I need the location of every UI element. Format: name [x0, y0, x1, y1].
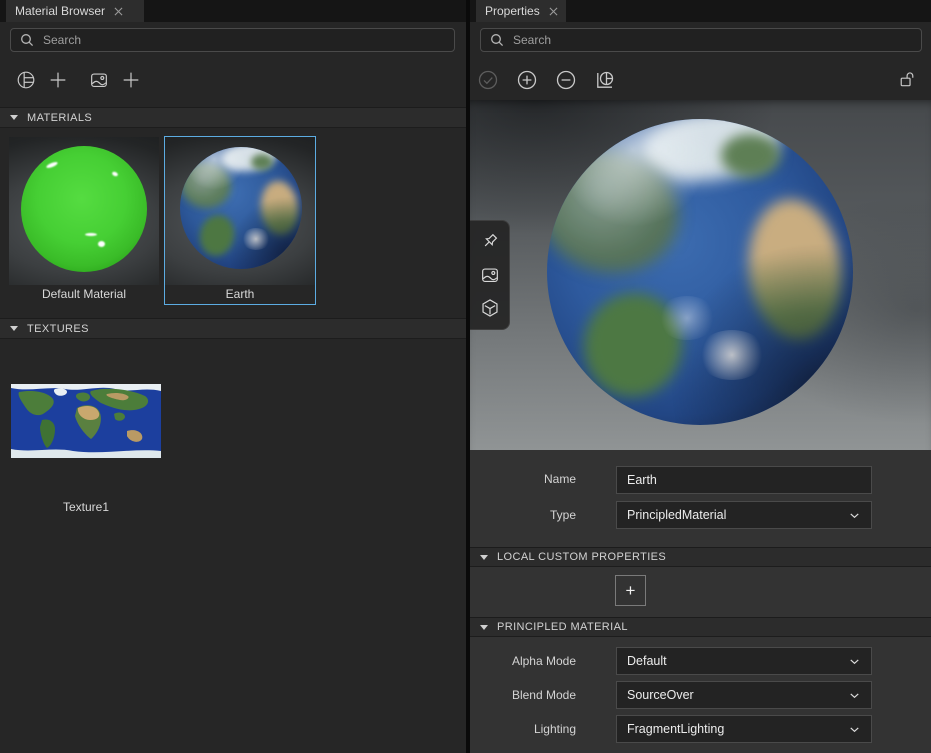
blend-mode-label: Blend Mode: [470, 688, 576, 702]
material-item-default[interactable]: Default Material: [8, 136, 160, 305]
cube-3d-icon[interactable]: [478, 296, 502, 320]
image-icon[interactable]: [478, 263, 502, 287]
collapse-triangle-icon: [480, 625, 488, 630]
chevron-down-icon: [847, 508, 862, 523]
type-field-label: Type: [470, 508, 576, 522]
local-custom-properties-title: LOCAL CUSTOM PROPERTIES: [497, 551, 666, 563]
alpha-mode-dropdown[interactable]: Default: [616, 647, 872, 675]
lighting-value: FragmentLighting: [627, 722, 724, 736]
properties-search-input[interactable]: [480, 28, 922, 52]
material-search-input[interactable]: [10, 28, 455, 52]
material-browser-tabbar: Material Browser: [0, 0, 466, 22]
chevron-down-icon: [847, 654, 862, 669]
chevron-down-icon: [847, 688, 862, 703]
materials-section-header[interactable]: MATERIALS: [0, 107, 466, 128]
texture-image-icon[interactable]: [87, 68, 111, 92]
close-icon[interactable]: [114, 7, 123, 16]
apply-check-icon[interactable]: [476, 68, 500, 92]
world-map-thumbnail: [11, 384, 161, 458]
chevron-down-icon: [847, 722, 862, 737]
alpha-mode-label: Alpha Mode: [470, 654, 576, 668]
add-custom-property-button[interactable]: +: [615, 575, 646, 606]
principled-material-header[interactable]: PRINCIPLED MATERIAL: [470, 617, 931, 637]
add-texture-icon[interactable]: [119, 68, 143, 92]
earth-preview-sphere: [547, 119, 853, 425]
properties-toolbar: [470, 60, 931, 100]
lock-icon[interactable]: [894, 68, 918, 92]
principled-material-title: PRINCIPLED MATERIAL: [497, 621, 628, 633]
collapse-triangle-icon: [10, 115, 18, 120]
add-circle-icon[interactable]: [515, 68, 539, 92]
properties-tabbar: Properties: [470, 0, 931, 22]
close-icon[interactable]: [549, 7, 558, 16]
alpha-mode-value: Default: [627, 654, 667, 668]
search-icon: [20, 33, 34, 52]
search-icon: [490, 33, 504, 52]
material-sphere-icon[interactable]: [14, 68, 38, 92]
tab-material-browser-label: Material Browser: [15, 4, 105, 18]
pin-icon[interactable]: [478, 230, 502, 254]
material-search-box: [10, 28, 455, 52]
name-field-input[interactable]: [616, 466, 872, 494]
material-copy-icon[interactable]: [593, 68, 617, 92]
blend-mode-dropdown[interactable]: SourceOver: [616, 681, 872, 709]
texture-item-label: Texture1: [11, 500, 161, 514]
material-item-label: Default Material: [9, 285, 159, 304]
material-3d-preview[interactable]: [470, 100, 931, 450]
tab-material-browser[interactable]: Material Browser: [6, 0, 144, 22]
earth-sphere-render: [180, 147, 302, 269]
local-custom-properties-header[interactable]: LOCAL CUSTOM PROPERTIES: [470, 547, 931, 567]
application-window: Material Browser: [0, 0, 931, 753]
green-sphere-render: [21, 146, 147, 272]
tab-properties[interactable]: Properties: [476, 0, 566, 22]
material-browser-panel: Material Browser: [0, 0, 466, 753]
textures-section-title: TEXTURES: [27, 323, 89, 335]
type-dropdown[interactable]: PrincipledMaterial: [616, 501, 872, 529]
textures-section-header[interactable]: TEXTURES: [0, 318, 466, 339]
materials-section-title: MATERIALS: [27, 112, 92, 124]
material-item-label: Earth: [165, 285, 315, 304]
type-dropdown-value: PrincipledMaterial: [627, 508, 726, 522]
collapse-triangle-icon: [480, 555, 488, 560]
blend-mode-value: SourceOver: [627, 688, 694, 702]
remove-circle-icon[interactable]: [554, 68, 578, 92]
properties-panel: Properties: [470, 0, 931, 753]
lighting-dropdown[interactable]: FragmentLighting: [616, 715, 872, 743]
material-browser-toolbar: [0, 60, 466, 100]
tab-properties-label: Properties: [485, 4, 540, 18]
name-field-label: Name: [470, 472, 576, 486]
properties-search-box: [480, 28, 922, 52]
material-item-earth[interactable]: Earth: [164, 136, 316, 305]
material-thumb-earth-sphere: [165, 137, 315, 285]
lighting-label: Lighting: [470, 722, 576, 736]
texture-item-world-map[interactable]: [11, 384, 161, 458]
add-material-icon[interactable]: [46, 68, 70, 92]
preview-toolstrip: [470, 220, 510, 330]
collapse-triangle-icon: [10, 326, 18, 331]
material-thumb-green-sphere: [9, 137, 159, 285]
